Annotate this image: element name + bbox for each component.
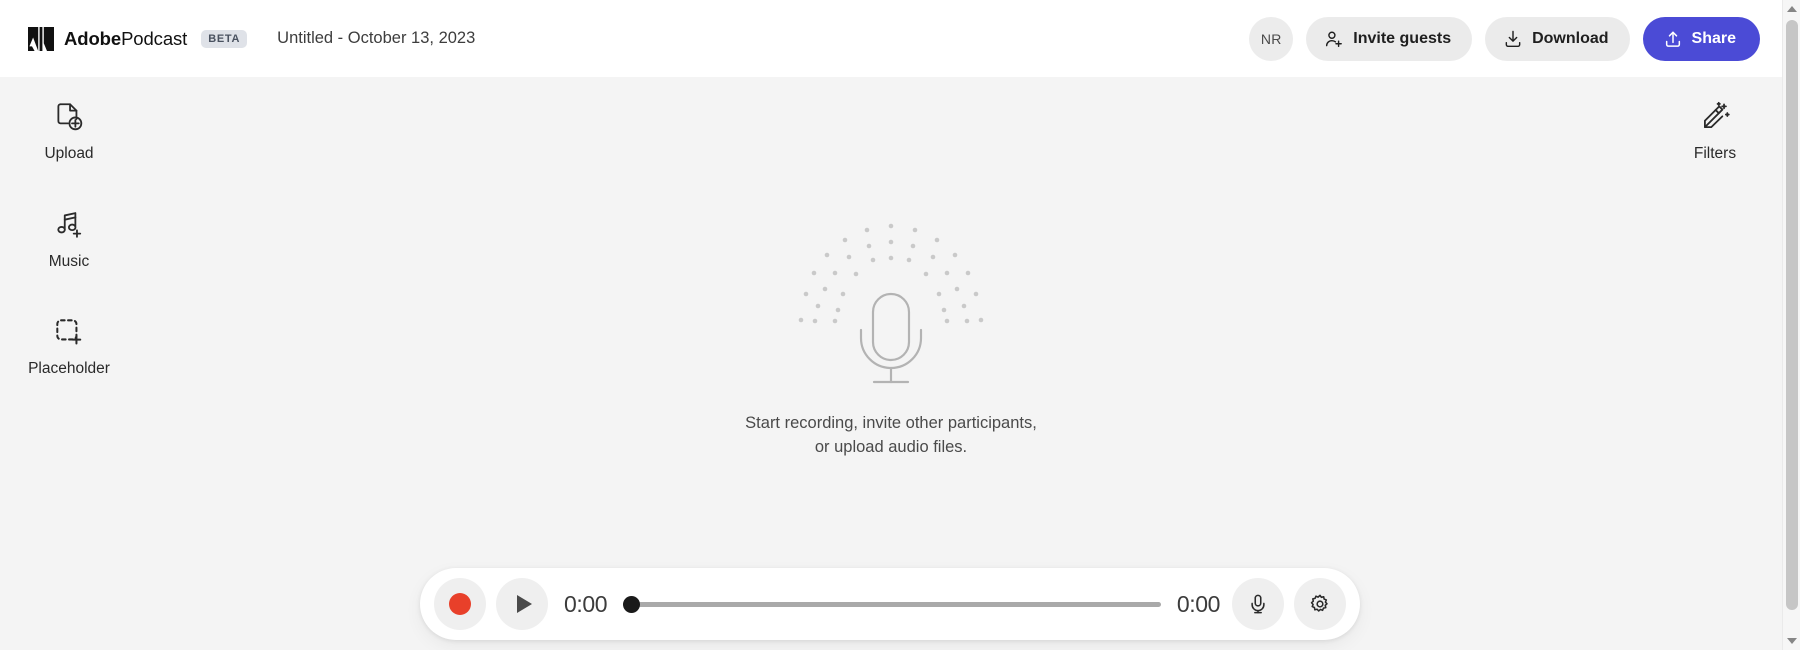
invite-guests-button[interactable]: Invite guests bbox=[1306, 16, 1473, 61]
progress-thumb[interactable] bbox=[623, 595, 641, 613]
left-tool-rail: Upload Music Placeholder bbox=[0, 100, 138, 377]
download-label: Download bbox=[1532, 29, 1609, 47]
microphone-icon bbox=[1247, 593, 1269, 615]
empty-state-line-2: or upload audio files. bbox=[814, 437, 968, 456]
share-upload-icon bbox=[1663, 29, 1683, 49]
download-button[interactable]: Download bbox=[1485, 16, 1630, 61]
right-tool-rail: Filters bbox=[1660, 100, 1770, 162]
adobe-logo-icon bbox=[28, 26, 54, 51]
record-button[interactable] bbox=[434, 578, 486, 630]
file-plus-icon bbox=[52, 100, 86, 134]
tool-placeholder-label: Placeholder bbox=[28, 360, 110, 377]
share-label: Share bbox=[1691, 29, 1736, 47]
dashed-square-plus-icon bbox=[52, 315, 86, 349]
empty-state-stage: Start recording, invite other participan… bbox=[0, 77, 1782, 650]
tool-filters-label: Filters bbox=[1693, 145, 1737, 162]
brand-bold: Adobe bbox=[64, 27, 122, 49]
gear-icon bbox=[1309, 593, 1331, 615]
total-time: 0:00 bbox=[1176, 590, 1221, 617]
tool-upload[interactable]: Upload bbox=[19, 100, 119, 162]
adobe-podcast-app: AdobePodcast BETA Untitled - October 13,… bbox=[0, 0, 1800, 650]
share-button[interactable]: Share bbox=[1642, 16, 1760, 61]
tool-music[interactable]: Music bbox=[19, 208, 119, 270]
progress-track bbox=[623, 601, 1161, 607]
avatar[interactable]: NR bbox=[1249, 16, 1294, 61]
scroll-up-arrow-icon[interactable] bbox=[1783, 0, 1800, 18]
download-icon bbox=[1503, 29, 1523, 49]
empty-state-text: Start recording, invite other participan… bbox=[745, 412, 1037, 459]
magic-wand-icon bbox=[1698, 100, 1732, 134]
microphone-button[interactable] bbox=[1232, 578, 1284, 630]
microphone-with-dots-icon bbox=[781, 208, 1001, 398]
player-bar: 0:00 0:00 bbox=[420, 568, 1360, 640]
beta-badge: BETA bbox=[201, 29, 248, 48]
progress-slider[interactable] bbox=[623, 594, 1161, 614]
brand: AdobePodcast BETA bbox=[28, 26, 248, 51]
document-title[interactable]: Untitled - October 13, 2023 bbox=[277, 29, 475, 48]
invite-guests-label: Invite guests bbox=[1353, 29, 1452, 47]
header-actions: NR Invite guests Download Share bbox=[1249, 16, 1760, 61]
current-time: 0:00 bbox=[564, 590, 608, 617]
tool-placeholder[interactable]: Placeholder bbox=[19, 315, 119, 377]
empty-state-line-1: Start recording, invite other participan… bbox=[745, 414, 1037, 433]
scroll-down-arrow-icon[interactable] bbox=[1783, 632, 1800, 650]
person-add-icon bbox=[1324, 29, 1344, 49]
tool-music-label: Music bbox=[48, 252, 90, 270]
brand-light: Podcast bbox=[121, 27, 188, 49]
app-header: AdobePodcast BETA Untitled - October 13,… bbox=[0, 0, 1782, 77]
settings-button[interactable] bbox=[1294, 578, 1346, 630]
record-dot-icon bbox=[449, 593, 471, 615]
play-icon bbox=[516, 595, 532, 613]
tool-upload-label: Upload bbox=[44, 145, 94, 162]
scrollbar-thumb[interactable] bbox=[1786, 20, 1798, 610]
vertical-scrollbar[interactable] bbox=[1782, 0, 1800, 650]
tool-filters[interactable]: Filters bbox=[1665, 100, 1765, 162]
avatar-initials: NR bbox=[1260, 30, 1282, 47]
music-plus-icon bbox=[52, 208, 86, 242]
play-button[interactable] bbox=[496, 578, 548, 630]
brand-title: AdobePodcast bbox=[64, 28, 187, 50]
